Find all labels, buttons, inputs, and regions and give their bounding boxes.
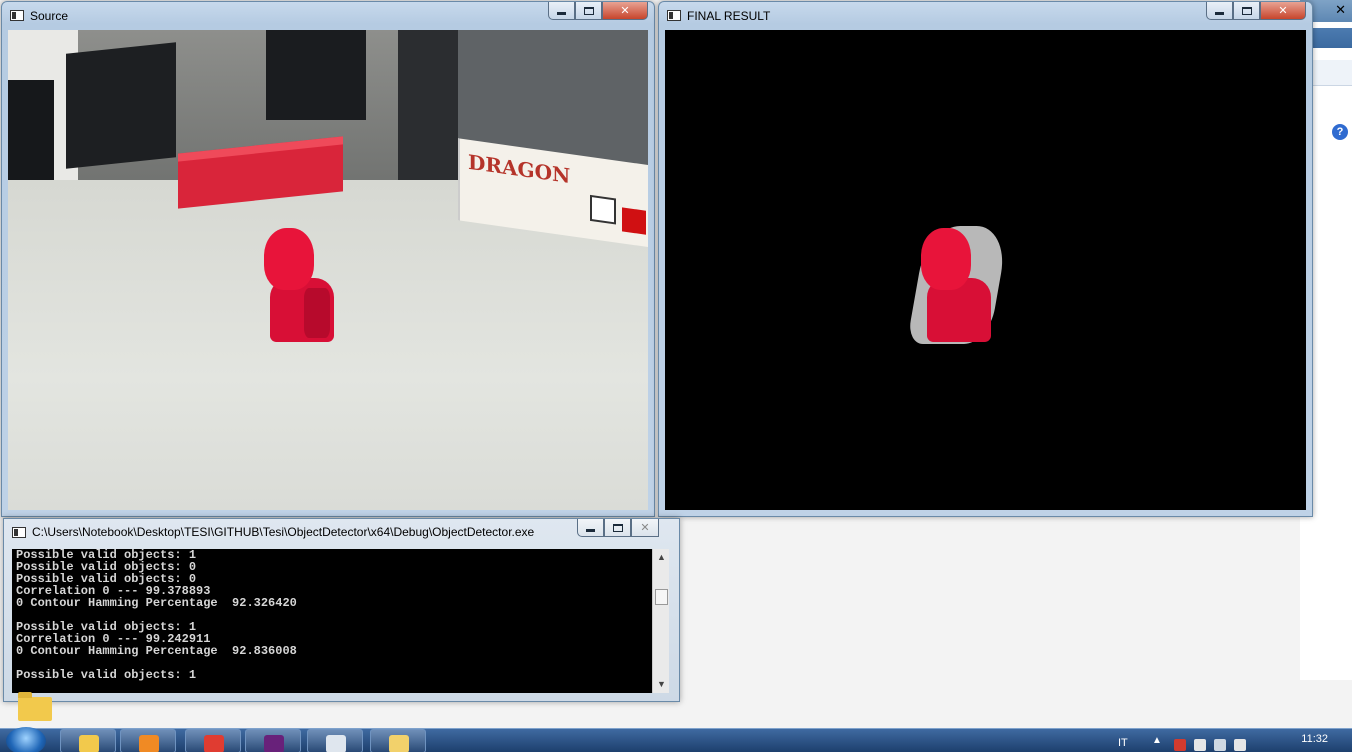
background-window-close-button[interactable]: ✕ [1335,2,1346,18]
scroll-thumb[interactable] [655,589,668,605]
chrome-icon [204,735,224,752]
minimize-icon [557,12,566,15]
minimize-button[interactable] [577,519,604,537]
console-title: C:\Users\Notebook\Desktop\TESI\GITHUB\Te… [32,525,535,539]
console-line: Possible valid objects: 1 [16,668,197,682]
window-icon [667,10,681,21]
red-bust-object [264,228,336,343]
console-icon [12,527,26,538]
maximize-button[interactable] [604,519,631,537]
maximize-icon [583,6,594,15]
final-title: FINAL RESULT [687,9,771,23]
brand-logo [622,207,646,235]
final-result-image [665,30,1306,510]
dice-graphic [590,194,616,225]
console-titlebar[interactable]: C:\Users\Notebook\Desktop\TESI\GITHUB\Te… [4,519,679,547]
maximize-button[interactable] [1233,2,1260,20]
bust-head [921,228,971,290]
taskbar-paint-button[interactable] [370,729,426,752]
source-window: Source ✕ DRAGON [1,1,655,517]
minimize-icon [586,529,595,532]
minimize-button[interactable] [548,2,575,20]
console-scrollbar[interactable]: ▲ ▼ [652,549,669,693]
close-button[interactable]: ✕ [1260,2,1306,20]
maximize-icon [1241,6,1252,15]
source-titlebar[interactable]: Source ✕ [2,2,654,30]
action-center-icon[interactable] [1174,739,1186,751]
scroll-up-icon[interactable]: ▲ [653,549,669,566]
help-icon[interactable]: ? [1332,124,1348,140]
console-line: 0 Contour Hamming Percentage 92.836008 [16,644,297,658]
show-hidden-icons-icon[interactable]: ▲ [1152,735,1162,746]
language-indicator[interactable]: IT [1118,737,1128,749]
console-output[interactable]: Possible valid objects: 1 Possible valid … [12,549,669,693]
console-text: Possible valid objects: 1 Possible valid … [16,549,651,681]
minimize-icon [1215,12,1224,15]
final-result-window: FINAL RESULT ✕ [658,1,1313,517]
taskbar-visual-studio-button[interactable] [245,729,301,752]
taskbar-chrome-button[interactable] [185,729,241,752]
console-window: C:\Users\Notebook\Desktop\TESI\GITHUB\Te… [3,518,680,702]
detected-object [906,226,1010,346]
paint-icon [389,735,409,752]
maximize-button[interactable] [575,2,602,20]
scroll-down-icon[interactable]: ▼ [653,676,669,693]
taskbar-explorer-button[interactable] [60,729,116,752]
power-icon[interactable] [1194,739,1206,751]
explorer-icon [79,735,99,752]
source-title: Source [30,9,69,23]
visual-studio-icon [264,735,284,752]
console-icon [326,735,346,752]
bust-shadow [304,288,330,338]
start-button[interactable] [6,727,46,752]
window-icon [10,10,24,21]
final-titlebar[interactable]: FINAL RESULT ✕ [659,2,1312,30]
console-line: 0 Contour Hamming Percentage 92.326420 [16,596,297,610]
scene-monitor [266,30,366,120]
close-button[interactable]: ✕ [631,519,659,537]
maximize-icon [612,523,623,532]
source-image: DRAGON [8,30,648,510]
taskbar-console-button[interactable] [307,729,363,752]
minimize-button[interactable] [1206,2,1233,20]
close-button[interactable]: ✕ [602,2,648,20]
folder-icon[interactable] [18,692,52,721]
volume-icon[interactable] [1234,739,1246,751]
taskbar: IT ▲ 11:32 [0,727,1352,752]
system-tray: IT ▲ 11:32 [1112,729,1352,752]
clock[interactable]: 11:32 [1301,733,1328,745]
scene-pillar [398,30,458,190]
lego-box-label: DRAGON [468,149,571,189]
network-icon[interactable] [1214,739,1226,751]
scene-monitor [66,42,176,169]
taskbar-media-player-button[interactable] [120,729,176,752]
bust-head [264,228,314,290]
media-player-icon [139,735,159,752]
